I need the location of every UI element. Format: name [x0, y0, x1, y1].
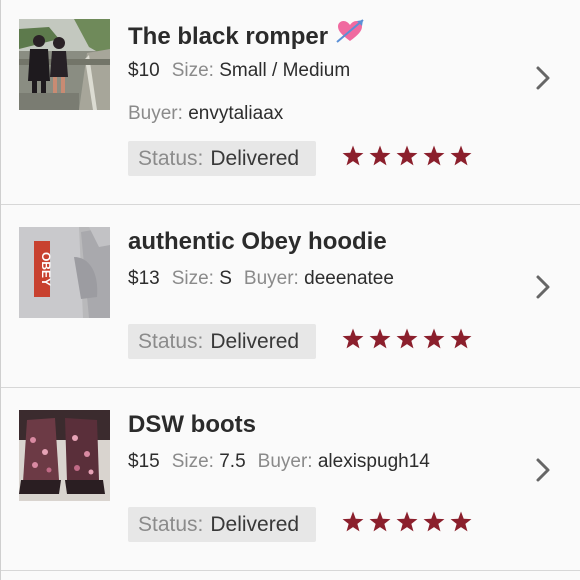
star-icon [342, 328, 364, 349]
buyer-username[interactable]: deeenatee [304, 268, 394, 289]
item-size: 7.5 [219, 451, 246, 472]
item-title[interactable]: The black romper [128, 18, 364, 54]
star-icon [423, 145, 445, 166]
thumbnail-logo-text: OBEY [39, 252, 53, 286]
rating-stars [342, 145, 472, 166]
item-title[interactable]: authentic Obey hoodie [128, 228, 387, 256]
item-details: $15 Size: 7.5 Buyer: alexispugh14 [128, 451, 430, 473]
chevron-right-icon[interactable] [533, 64, 553, 92]
star-icon [396, 511, 418, 532]
chevron-right-icon[interactable] [533, 456, 553, 484]
star-icon [423, 511, 445, 532]
status-badge: Status: Delivered [128, 507, 317, 542]
item-thumbnail[interactable] [19, 410, 110, 501]
item-size: S [219, 268, 232, 289]
star-icon [450, 145, 472, 166]
buyer-label: Buyer: [257, 451, 313, 472]
item-price: $10 [128, 60, 160, 81]
status-value: Delivered [210, 513, 300, 536]
item-title[interactable]: DSW boots [128, 411, 256, 439]
heart-with-arrow-icon [336, 18, 364, 51]
item-title-text: The black romper [128, 22, 329, 50]
item-title-text: authentic Obey hoodie [128, 228, 387, 255]
buyer-username[interactable]: alexispugh14 [318, 451, 430, 472]
star-icon [450, 511, 472, 532]
star-icon [342, 145, 364, 166]
star-icon [396, 145, 418, 166]
star-icon [342, 511, 364, 532]
buyer-label: Buyer: [243, 268, 299, 289]
rating-stars [342, 511, 472, 532]
item-title-text: DSW boots [128, 411, 256, 438]
chevron-right-icon[interactable] [533, 273, 553, 301]
status-value: Delivered [210, 330, 300, 353]
star-icon [369, 145, 391, 166]
buyer-username[interactable]: envytaliaax [188, 103, 283, 124]
list-item[interactable]: DSW boots $15 Size: 7.5 Buyer: alexispugh1… [1, 388, 580, 571]
list-item[interactable]: OBEY authentic Obey hoodie $13 Size: S Buy… [1, 205, 580, 388]
star-icon [369, 328, 391, 349]
buyer-line: Buyer: envytaliaax [128, 103, 283, 125]
sold-items-list: The black romper $10 Size: Small / Medium… [0, 0, 580, 580]
item-details: $10 Size: Small / Medium [128, 60, 350, 82]
buyer-label: Buyer: [128, 103, 183, 124]
size-label: Size: [171, 451, 214, 472]
status-badge: Status: Delivered [128, 141, 317, 176]
status-label: Status: [138, 330, 204, 353]
status-badge: Status: Delivered [128, 324, 317, 359]
star-icon [369, 511, 391, 532]
list-item[interactable]: The black romper $10 Size: Small / Medium… [1, 0, 580, 183]
rating-stars [342, 328, 472, 349]
item-price: $15 [128, 451, 160, 472]
star-icon [396, 328, 418, 349]
item-details: $13 Size: S Buyer: deeenatee [128, 268, 394, 290]
item-thumbnail[interactable]: OBEY [19, 227, 110, 318]
status-label: Status: [138, 147, 204, 170]
item-size: Small / Medium [219, 60, 351, 81]
size-label: Size: [171, 268, 214, 289]
item-thumbnail[interactable] [19, 19, 110, 110]
star-icon [450, 328, 472, 349]
status-label: Status: [138, 513, 204, 536]
status-value: Delivered [210, 147, 300, 170]
divider [1, 570, 580, 571]
item-price: $13 [128, 268, 160, 289]
size-label: Size: [171, 60, 214, 81]
star-icon [423, 328, 445, 349]
